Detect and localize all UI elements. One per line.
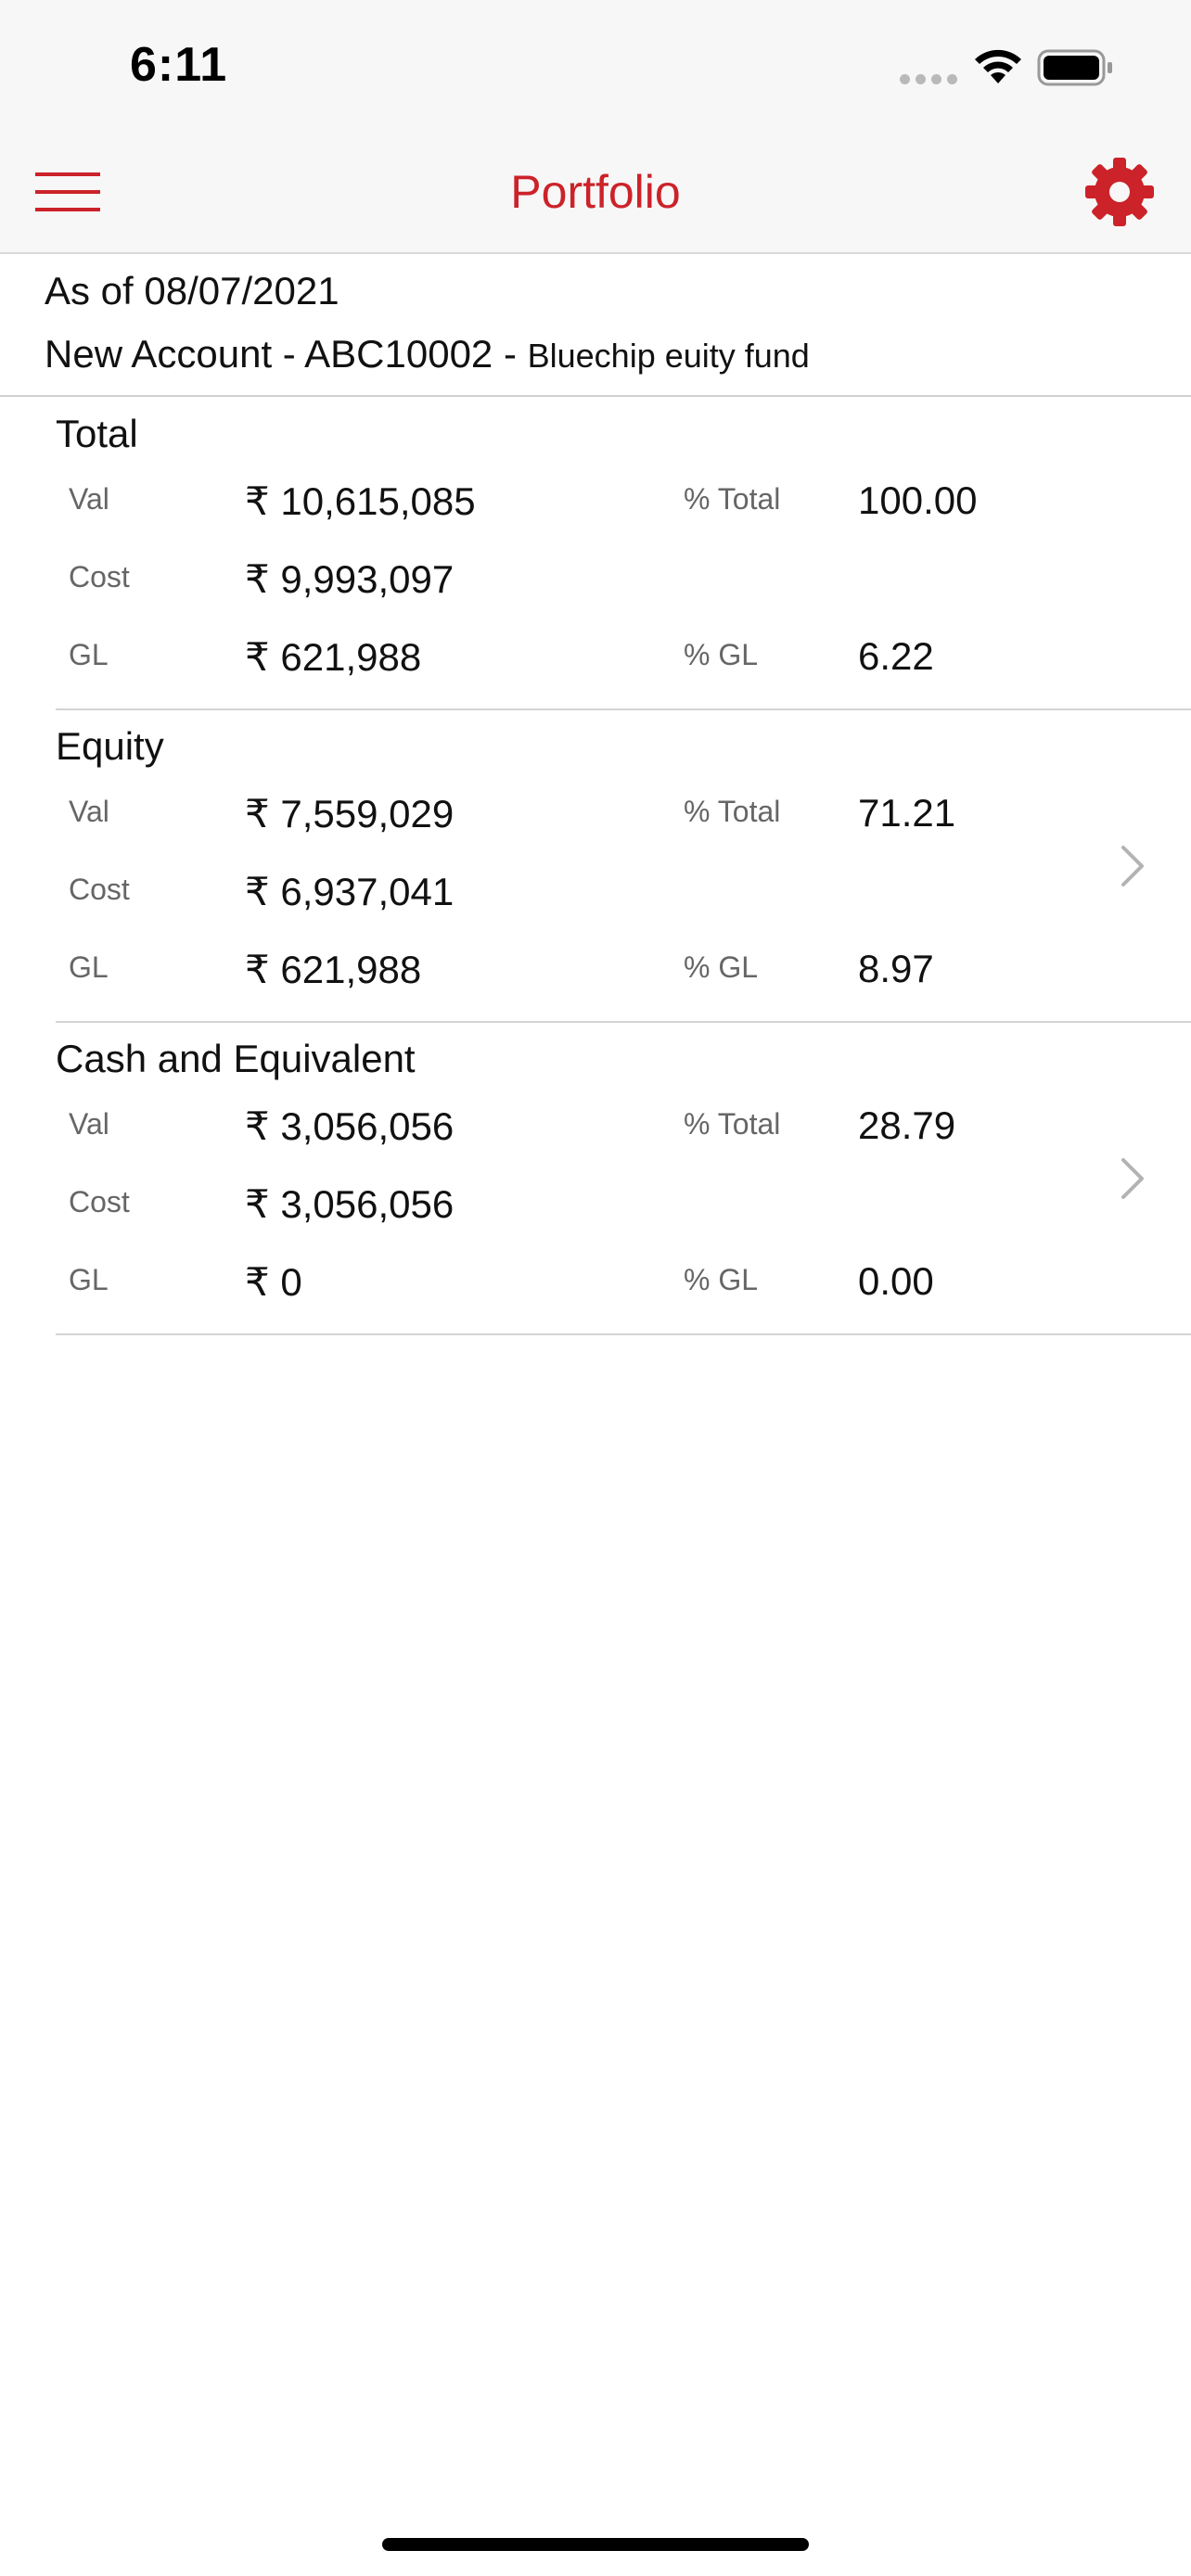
cellular-signal-icon [900,74,957,84]
pct-total-value: 100.00 [858,478,978,522]
status-time: 6:11 [130,38,228,92]
gl-value: ₹ 621,988 [245,635,422,679]
gear-icon[interactable] [1083,156,1156,228]
val-value: ₹ 7,559,029 [245,792,455,835]
val-label: Val [69,482,109,516]
account-line: New Account - ABC10002 - Bluechip euity … [45,332,810,376]
gl-value: ₹ 0 [245,1260,302,1304]
cost-label: Cost [69,560,130,593]
gl-value: ₹ 621,988 [245,948,422,991]
as-of-date: As of 08/07/2021 [45,269,339,312]
battery-icon [1037,49,1112,86]
section-cash-and-equivalent[interactable]: Cash and Equivalent Val ₹ 3,056,056 % To… [56,1022,1191,1335]
pct-total-label: % Total [684,795,781,828]
val-label: Val [69,1107,109,1141]
gl-label: GL [69,950,109,984]
page-title: Portfolio [510,166,681,218]
cost-value: ₹ 9,993,097 [245,557,455,601]
cost-label: Cost [69,1185,130,1218]
status-bar: 6:11 [0,0,1191,130]
pct-total-value: 71.21 [858,791,956,835]
pct-gl-value: 8.97 [858,947,934,990]
navigation-bar: Portfolio [0,130,1191,254]
pct-gl-label: % GL [684,950,759,984]
val-value: ₹ 10,615,085 [245,479,476,523]
pct-total-label: % Total [684,1107,781,1141]
cost-value: ₹ 3,056,056 [245,1182,455,1226]
chevron-right-icon[interactable] [1119,843,1146,889]
pct-gl-label: % GL [684,638,759,671]
pct-gl-label: % GL [684,1263,759,1296]
val-value: ₹ 3,056,056 [245,1104,455,1148]
cost-label: Cost [69,873,130,906]
pct-gl-value: 6.22 [858,634,934,678]
section-title: Cash and Equivalent [56,1037,416,1080]
gl-label: GL [69,638,109,671]
pct-total-label: % Total [684,482,781,516]
wifi-icon [975,49,1021,83]
account-separator: - [493,332,528,376]
chevron-right-icon[interactable] [1119,1155,1146,1202]
section-title: Equity [56,724,164,768]
section-equity[interactable]: Equity Val ₹ 7,559,029 % Total 71.21 Cos… [56,709,1191,1023]
val-label: Val [69,795,109,828]
pct-gl-value: 0.00 [858,1259,934,1303]
section-title: Total [56,412,138,455]
section-total: Total Val ₹ 10,615,085 % Total 100.00 Co… [56,397,1191,710]
account-header: As of 08/07/2021 New Account - ABC10002 … [0,254,1191,397]
gl-label: GL [69,1263,109,1296]
account-name: New Account - ABC10002 [45,332,493,376]
cost-value: ₹ 6,937,041 [245,870,455,913]
fund-name: Bluechip euity fund [527,337,810,375]
home-indicator[interactable] [382,2538,809,2551]
pct-total-value: 28.79 [858,1103,956,1147]
